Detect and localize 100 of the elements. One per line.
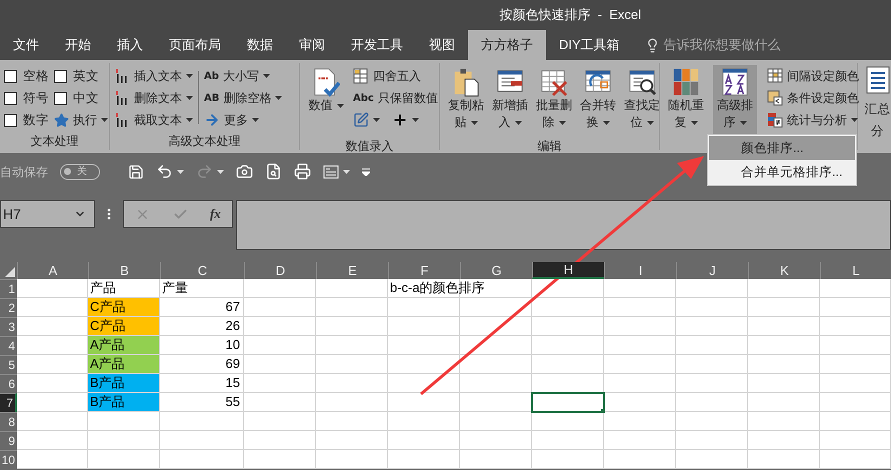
table-cell[interactable]: 15 bbox=[160, 374, 244, 393]
printer-icon[interactable] bbox=[294, 163, 311, 180]
table-cell[interactable] bbox=[460, 279, 532, 298]
menu-item[interactable]: 颜色排序... bbox=[709, 136, 855, 160]
column-header[interactable]: A bbox=[17, 262, 88, 279]
ribbon-button[interactable]: 插入文本 bbox=[114, 65, 193, 87]
insert-function-button[interactable]: fx bbox=[210, 204, 221, 224]
redo-icon[interactable] bbox=[196, 163, 213, 180]
column-header[interactable]: H bbox=[532, 262, 604, 279]
table-cell[interactable] bbox=[460, 374, 532, 393]
table-cell[interactable] bbox=[17, 412, 88, 431]
row-header[interactable]: 3 bbox=[0, 317, 17, 336]
table-cell[interactable] bbox=[316, 393, 388, 412]
table-cell[interactable] bbox=[244, 317, 316, 336]
table-cell[interactable] bbox=[388, 374, 460, 393]
ribbon-button[interactable]: 间隔设定颜色 bbox=[767, 65, 859, 87]
table-cell[interactable] bbox=[532, 412, 604, 431]
table-cell[interactable]: C产品 bbox=[88, 298, 160, 317]
ribbon-tab[interactable]: 方方格子 bbox=[468, 30, 546, 60]
table-cell[interactable] bbox=[88, 431, 160, 450]
row-header[interactable]: 10 bbox=[0, 450, 17, 469]
ribbon-large-button[interactable]: 汇总分 bbox=[864, 60, 891, 153]
table-cell[interactable] bbox=[676, 317, 748, 336]
table-cell[interactable] bbox=[316, 336, 388, 355]
column-header[interactable]: C bbox=[160, 262, 244, 279]
table-cell[interactable] bbox=[604, 336, 676, 355]
table-cell[interactable] bbox=[388, 317, 460, 336]
table-cell[interactable] bbox=[820, 317, 891, 336]
ribbon-tab[interactable]: 文件 bbox=[0, 30, 52, 60]
table-cell[interactable] bbox=[604, 450, 676, 469]
ribbon-tab[interactable]: DIY工具箱 bbox=[546, 30, 633, 60]
table-cell[interactable] bbox=[160, 412, 244, 431]
table-cell[interactable] bbox=[17, 279, 88, 298]
table-cell[interactable] bbox=[820, 298, 891, 317]
table-cell[interactable] bbox=[460, 317, 532, 336]
table-cell[interactable] bbox=[316, 431, 388, 450]
table-cell[interactable] bbox=[748, 298, 820, 317]
table-cell[interactable] bbox=[244, 374, 316, 393]
form-icon[interactable] bbox=[323, 164, 339, 178]
ribbon-large-button[interactable]: 合并转换 bbox=[576, 65, 620, 137]
table-cell[interactable] bbox=[244, 412, 316, 431]
checkbox[interactable] bbox=[4, 70, 17, 82]
table-cell[interactable]: 55 bbox=[160, 393, 244, 412]
ribbon-large-button[interactable]: 随机重复 bbox=[664, 65, 708, 137]
table-cell[interactable]: A产品 bbox=[88, 355, 160, 374]
table-cell[interactable] bbox=[460, 298, 532, 317]
table-cell[interactable] bbox=[820, 336, 891, 355]
ribbon-button[interactable]: 统计与分析 bbox=[767, 109, 859, 131]
table-cell[interactable] bbox=[160, 431, 244, 450]
checkbox[interactable] bbox=[4, 114, 17, 126]
table-cell[interactable] bbox=[604, 298, 676, 317]
tell-me-field[interactable]: 告诉我你想要做什么 bbox=[644, 30, 781, 60]
table-cell[interactable] bbox=[604, 279, 676, 298]
column-header[interactable]: K bbox=[748, 262, 820, 279]
table-cell[interactable]: A产品 bbox=[88, 336, 160, 355]
table-cell[interactable]: 10 bbox=[160, 336, 244, 355]
table-cell[interactable] bbox=[388, 336, 460, 355]
ribbon-tab[interactable]: 页面布局 bbox=[156, 30, 234, 60]
table-cell[interactable] bbox=[676, 431, 748, 450]
table-cell[interactable] bbox=[460, 336, 532, 355]
row-header[interactable]: 6 bbox=[0, 374, 17, 393]
table-cell[interactable]: 67 bbox=[160, 298, 244, 317]
ribbon-tab[interactable]: 数据 bbox=[234, 30, 286, 60]
ribbon-button[interactable]: AB 删除空格 bbox=[204, 87, 282, 109]
ribbon-large-button[interactable]: 查找定位 bbox=[620, 65, 664, 137]
table-cell[interactable] bbox=[316, 355, 388, 374]
table-cell[interactable] bbox=[388, 393, 460, 412]
table-cell[interactable] bbox=[244, 450, 316, 469]
row-header[interactable]: 5 bbox=[0, 355, 17, 374]
table-cell[interactable]: 69 bbox=[160, 355, 244, 374]
table-cell[interactable] bbox=[532, 336, 604, 355]
table-cell[interactable]: B产品 bbox=[88, 393, 160, 412]
table-cell[interactable] bbox=[88, 450, 160, 469]
table-cell[interactable] bbox=[820, 393, 891, 412]
table-cell[interactable] bbox=[316, 317, 388, 336]
table-cell[interactable] bbox=[316, 412, 388, 431]
table-cell[interactable] bbox=[748, 279, 820, 298]
ribbon-large-button[interactable]: 数值 bbox=[304, 65, 348, 137]
table-cell[interactable] bbox=[676, 279, 748, 298]
table-cell[interactable] bbox=[748, 355, 820, 374]
table-cell[interactable] bbox=[244, 336, 316, 355]
table-cell[interactable] bbox=[604, 412, 676, 431]
table-cell[interactable] bbox=[316, 298, 388, 317]
ribbon-button[interactable]: 删除文本 bbox=[114, 87, 193, 109]
table-cell[interactable] bbox=[316, 374, 388, 393]
table-cell[interactable] bbox=[460, 412, 532, 431]
formula-input[interactable] bbox=[236, 200, 891, 250]
plus-dropdown-button[interactable] bbox=[392, 112, 419, 128]
table-cell[interactable]: B产品 bbox=[88, 374, 160, 393]
table-cell[interactable] bbox=[748, 393, 820, 412]
ribbon-button[interactable]: Abc 只保留数值 bbox=[353, 87, 438, 109]
ribbon-tab[interactable]: 视图 bbox=[416, 30, 468, 60]
row-header[interactable]: 2 bbox=[0, 298, 17, 317]
table-cell[interactable] bbox=[820, 450, 891, 469]
ribbon-tab[interactable]: 开发工具 bbox=[338, 30, 416, 60]
table-cell[interactable] bbox=[532, 279, 604, 298]
table-cell[interactable] bbox=[88, 412, 160, 431]
ribbon-large-button[interactable]: 高级排序 bbox=[713, 65, 757, 137]
table-cell[interactable] bbox=[820, 355, 891, 374]
ribbon-button[interactable]: 更多 bbox=[204, 109, 282, 131]
